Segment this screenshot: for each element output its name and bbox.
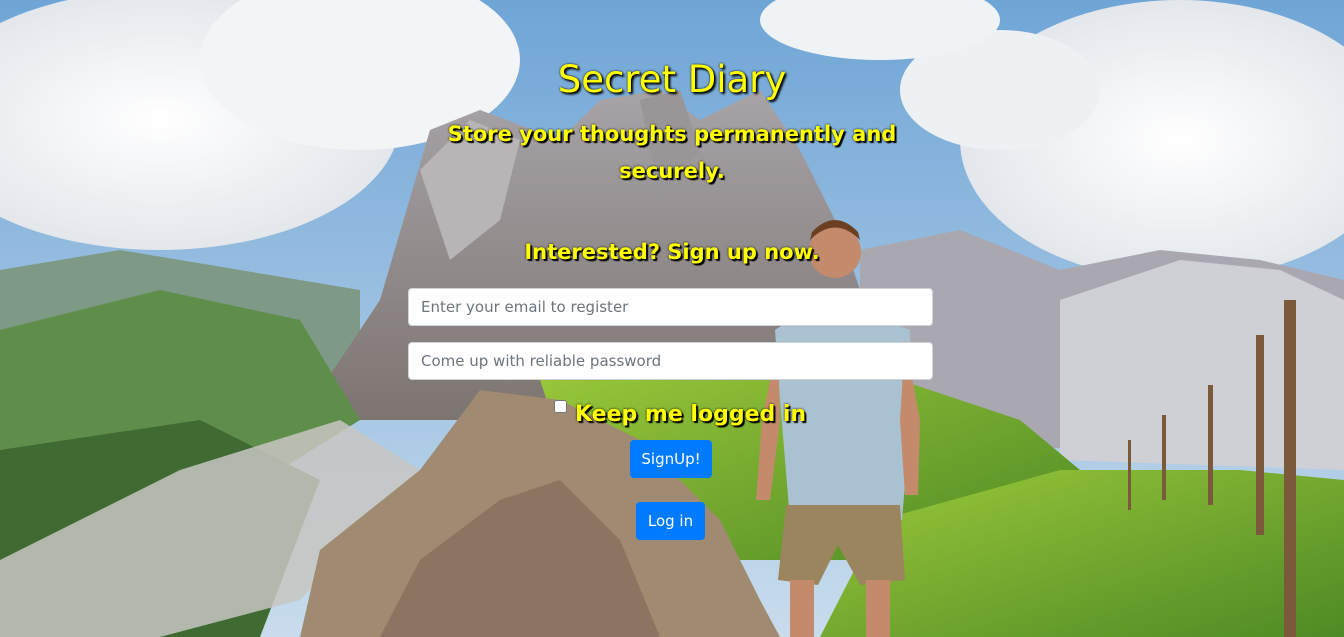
signup-panel: Secret Diary Store your thoughts permane… [0,0,1344,637]
page-title: Secret Diary [557,58,787,101]
page-subtitle: Store your thoughts permanently and secu… [447,122,897,183]
login-button[interactable]: Log in [636,502,705,540]
email-field[interactable] [408,288,933,326]
keep-logged-in-checkbox[interactable] [554,400,567,413]
signup-button[interactable]: SignUp! [630,440,712,478]
keep-logged-in-label: Keep me logged in [575,402,807,427]
keep-logged-in-row: Keep me logged in [554,398,806,432]
password-field[interactable] [408,342,933,380]
signup-call-to-action: Interested? Sign up now. [524,240,820,264]
